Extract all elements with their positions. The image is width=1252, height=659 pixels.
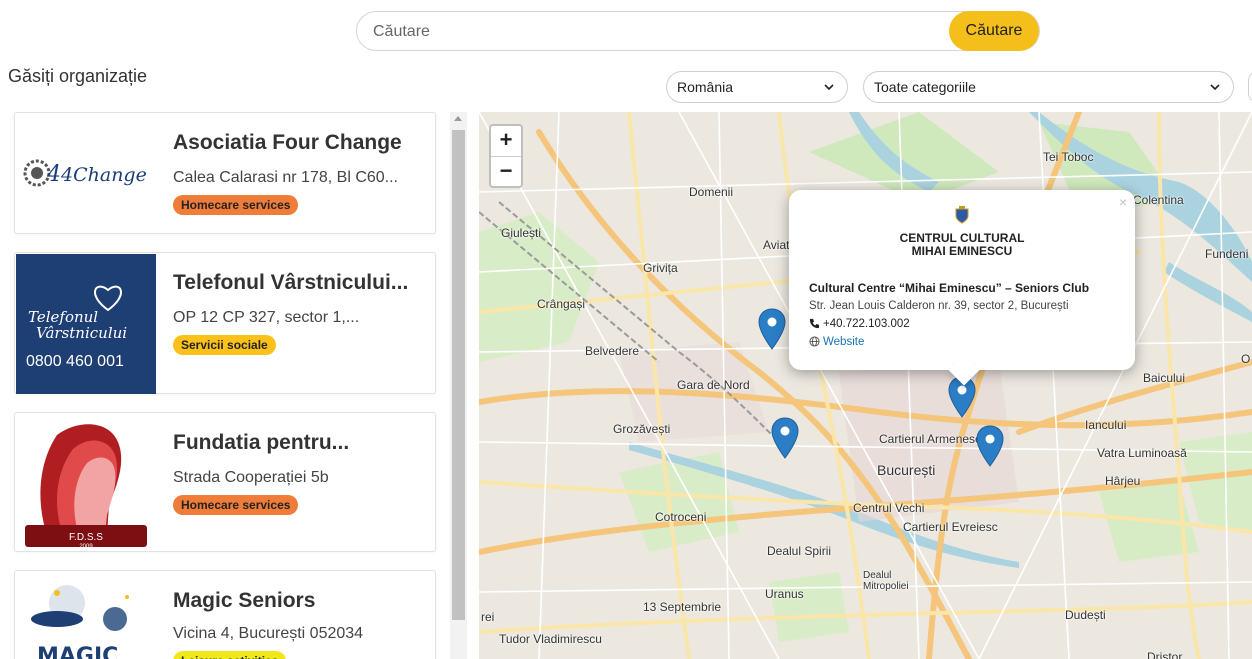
search-input[interactable]: [373, 20, 933, 44]
map-marker-icon[interactable]: [976, 425, 1004, 467]
fdss-logo: F.D.S.S 2009: [25, 424, 147, 549]
map-label: Iancului: [1085, 418, 1127, 432]
svg-text:MAGIC: MAGIC: [37, 644, 118, 659]
map-label: Centrul Vechi: [853, 501, 925, 515]
search-bar: Căutare: [356, 11, 1040, 51]
organization-card[interactable]: F.D.S.S 2009 Fundatia pentru... Strada C…: [14, 412, 436, 552]
organization-name[interactable]: Telefonul Vârstnicului...: [173, 271, 423, 295]
map-marker-icon[interactable]: [758, 308, 786, 350]
map-label: Fundeni: [1205, 247, 1249, 261]
country-select-value: România: [677, 79, 734, 95]
organization-name[interactable]: Fundatia pentru...: [173, 431, 423, 455]
map[interactable]: Giulești Crângași Grivița Domenii Aviat …: [479, 112, 1252, 659]
crest-icon: [955, 206, 969, 224]
map-label: Cartierul Evreiesc: [903, 520, 998, 534]
map-label: Gara de Nord: [677, 378, 750, 392]
map-label: Cartierul Armenesc: [879, 432, 982, 446]
popup-address: Str. Jean Louis Calderon nr. 39, sector …: [809, 300, 1069, 312]
map-label: Dealul Mitropoliei: [863, 570, 909, 592]
map-label: Aviat: [763, 238, 790, 252]
popup-website-link[interactable]: Website: [809, 336, 864, 348]
svg-text:Vârstnicului: Vârstnicului: [36, 324, 127, 342]
map-label: Tei Toboc: [1043, 150, 1094, 164]
four-change-logo: 4 4Change: [23, 159, 147, 187]
popup-phone[interactable]: +40.722.103.002: [809, 318, 910, 330]
globe-icon: [809, 336, 820, 347]
map-label: Dealul Spirii: [767, 544, 832, 558]
category-badge: Homecare services: [173, 495, 299, 515]
organization-card[interactable]: MAGIC Magic Seniors Vicina 4, București …: [14, 570, 436, 659]
map-marker-icon[interactable]: [771, 417, 799, 459]
scrollbar-thumb[interactable]: [452, 130, 465, 620]
search-button[interactable]: Căutare: [949, 11, 1039, 51]
map-popup: × CENTRUL CULTURAL MIHAI EMINESCU Cultur…: [789, 190, 1135, 386]
organization-name[interactable]: Magic Seniors: [173, 589, 423, 613]
organization-name[interactable]: Asociatia Four Change: [173, 131, 423, 155]
map-label: Tudor Vladimirescu: [499, 632, 602, 646]
popup-title: Cultural Centre “Mihai Eminescu” – Senio…: [809, 281, 1090, 295]
organization-list: 4 4Change Asociatia Four Change Calea Ca…: [0, 112, 450, 659]
popup-logo-title: CENTRUL CULTURAL MIHAI EMINESCU: [899, 231, 1025, 258]
category-badge: Homecare services: [173, 195, 299, 215]
organization-address: Strada Cooperației 5b: [173, 469, 329, 486]
scroll-up-arrow-icon[interactable]: [454, 116, 462, 121]
map-label: Colentina: [1133, 193, 1184, 207]
chevron-down-icon: [1210, 84, 1220, 91]
close-icon[interactable]: ×: [1119, 194, 1127, 210]
map-label: Grozăvești: [613, 422, 671, 436]
map-label: Domenii: [689, 185, 734, 199]
category-select[interactable]: Toate categoriile: [863, 71, 1234, 103]
map-label: Cotroceni: [655, 510, 707, 524]
map-label: 13 Septembrie: [643, 600, 722, 614]
map-label: București: [877, 462, 936, 478]
map-label: Dudești: [1065, 608, 1106, 622]
map-label: Crângași: [537, 297, 586, 311]
magic-seniors-logo: MAGIC: [31, 585, 129, 659]
map-label: Uranus: [765, 587, 804, 601]
map-label: Belvedere: [585, 344, 640, 358]
map-label: Giulești: [501, 226, 542, 240]
svg-text:4Change: 4Change: [60, 164, 147, 186]
category-badge: Servicii sociale: [173, 335, 276, 355]
svg-text:4: 4: [46, 162, 61, 187]
chevron-down-icon: [824, 84, 834, 91]
list-scrollbar[interactable]: [450, 112, 467, 659]
map-label: rei: [481, 610, 495, 624]
organization-address: Vicina 4, București 052034: [173, 625, 364, 642]
map-label: Dristor: [1147, 650, 1183, 659]
zoom-control: + −: [489, 124, 523, 188]
svg-text:2009: 2009: [79, 544, 93, 549]
zoom-out-button[interactable]: −: [491, 156, 521, 186]
organization-address: OP 12 CP 327, sector 1,...: [173, 309, 360, 326]
svg-text:F.D.S.S: F.D.S.S: [69, 532, 103, 543]
map-label: Baicului: [1143, 371, 1186, 385]
category-select-value: Toate categoriile: [874, 79, 976, 95]
organization-address: Calea Calarasi nr 178, Bl C60...: [173, 169, 398, 186]
map-label: Grivița: [643, 261, 678, 275]
map-label: O: [1241, 352, 1251, 366]
telefonul-varstnicului-logo: Telefonul Vârstnicului 0800 460 001: [16, 254, 156, 394]
country-select[interactable]: România: [666, 71, 848, 103]
extra-filter-select[interactable]: [1248, 71, 1252, 103]
organization-card[interactable]: Telefonul Vârstnicului 0800 460 001 Tele…: [14, 252, 436, 394]
svg-text:0800 460 001: 0800 460 001: [26, 353, 124, 370]
zoom-in-button[interactable]: +: [491, 126, 521, 156]
map-label: Vatra Luminoasă: [1097, 446, 1187, 460]
organization-card[interactable]: 4 4Change Asociatia Four Change Calea Ca…: [14, 112, 436, 234]
phone-icon: [809, 318, 820, 329]
page-title: Găsiți organizație: [8, 66, 148, 86]
map-label: Hârjeu: [1105, 474, 1141, 488]
category-badge: Leisure activities: [173, 651, 287, 659]
